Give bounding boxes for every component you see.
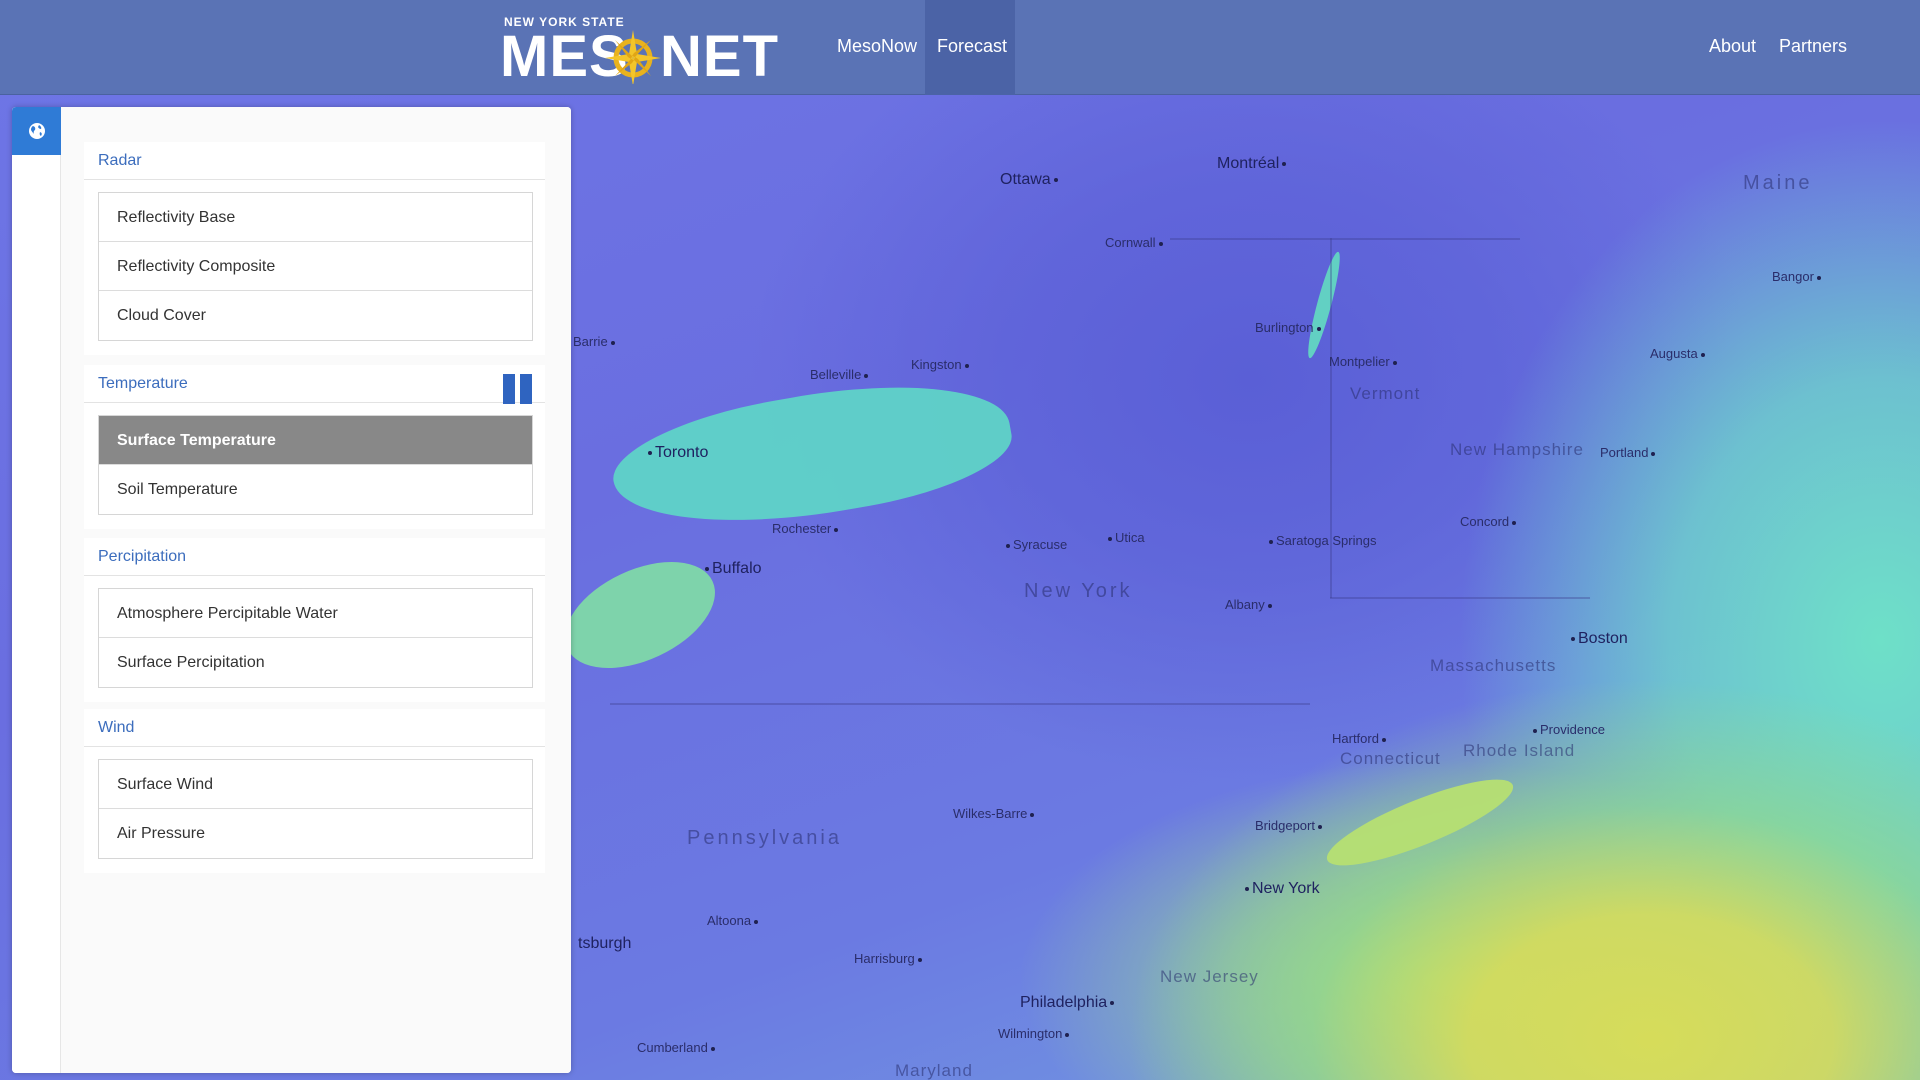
city-label: Barrie (573, 334, 618, 349)
state-label: Rhode Island (1463, 741, 1576, 760)
state-label: New Hampshire (1450, 440, 1584, 459)
state-label: Connecticut (1340, 749, 1441, 768)
layer-surface-temperature[interactable]: Surface Temperature (99, 416, 532, 465)
city-label: Cornwall (1105, 235, 1166, 250)
city-label: Augusta (1650, 346, 1708, 361)
state-label: Massachusetts (1430, 656, 1557, 675)
item-group: Reflectivity Base Reflectivity Composite… (98, 192, 533, 341)
city-label: Wilmington (998, 1026, 1072, 1041)
globe-tab[interactable] (12, 107, 61, 155)
layer-reflectivity-composite[interactable]: Reflectivity Composite (99, 242, 532, 291)
city-label: Harrisburg (854, 951, 925, 966)
city-label: Bangor (1772, 269, 1824, 284)
section-title: Wind (84, 709, 545, 747)
layer-atmosphere-percipitable-water[interactable]: Atmosphere Percipitable Water (99, 589, 532, 638)
sidebar-content: Radar Reflectivity Base Reflectivity Com… (61, 107, 571, 1073)
section-title: Radar (84, 142, 545, 180)
section-temperature: Temperature Surface Temperature Soil Tem… (84, 365, 545, 529)
city-label: Bridgeport (1255, 818, 1325, 833)
city-label: Albany (1225, 597, 1275, 612)
city-label: Syracuse (1003, 537, 1067, 552)
layer-cloud-cover[interactable]: Cloud Cover (99, 291, 532, 340)
city-label: Utica (1105, 530, 1145, 545)
layer-surface-wind[interactable]: Surface Wind (99, 760, 532, 809)
item-group: Atmosphere Percipitable Water Surface Pe… (98, 588, 533, 688)
compass-star-icon (605, 30, 661, 84)
layer-reflectivity-base[interactable]: Reflectivity Base (99, 193, 532, 242)
state-label: New Jersey (1160, 967, 1259, 986)
city-label: New York (1242, 880, 1320, 898)
section-radar: Radar Reflectivity Base Reflectivity Com… (84, 142, 545, 355)
city-label: Belleville (810, 367, 871, 382)
layer-sidebar: Radar Reflectivity Base Reflectivity Com… (12, 107, 571, 1073)
city-label: Concord (1460, 514, 1519, 529)
city-label: Wilkes-Barre (953, 806, 1037, 821)
state-border (610, 703, 1310, 705)
city-label: Philadelphia (1020, 994, 1117, 1012)
long-island-sound (1318, 764, 1522, 881)
top-navbar: NEW YORK STATE MES NET MesoNow Forecast … (0, 0, 1920, 95)
section-title: Percipitation (84, 538, 545, 576)
city-label: Montréal (1217, 155, 1289, 173)
nav-about[interactable]: About (1697, 0, 1768, 95)
nav-mesonow[interactable]: MesoNow (825, 0, 929, 95)
state-label: Vermont (1350, 384, 1421, 403)
city-label: tsburgh (578, 935, 632, 952)
state-label: Pennsylvania (687, 827, 842, 849)
city-label: Altoona (707, 913, 761, 928)
state-label: New York (1024, 580, 1133, 602)
section-title-text: Temperature (98, 375, 188, 392)
layer-soil-temperature[interactable]: Soil Temperature (99, 465, 532, 514)
globe-icon (28, 123, 45, 139)
item-group: Surface Wind Air Pressure (98, 759, 533, 859)
city-label: Rochester (772, 521, 841, 536)
city-label: Saratoga Springs (1266, 533, 1376, 548)
city-label: Cumberland (637, 1040, 718, 1055)
sidebar-tabbar (12, 107, 61, 1073)
city-label: Boston (1568, 630, 1628, 648)
lake-champlain (1303, 250, 1345, 360)
pause-icon[interactable] (503, 374, 533, 404)
state-label: Maine (1743, 172, 1813, 194)
city-label: Portland (1600, 445, 1658, 460)
state-border (1170, 238, 1520, 240)
city-label: Ottawa (1000, 171, 1061, 189)
city-label: Buffalo (702, 560, 762, 578)
section-percipitation: Percipitation Atmosphere Percipitable Wa… (84, 538, 545, 702)
layer-surface-percipitation[interactable]: Surface Percipitation (99, 638, 532, 687)
city-label: Kingston (911, 357, 972, 372)
section-wind: Wind Surface Wind Air Pressure (84, 709, 545, 873)
nav-forecast[interactable]: Forecast (925, 0, 1015, 95)
city-label: Providence (1530, 722, 1605, 737)
city-label: Hartford (1332, 731, 1389, 746)
city-label: Burlington (1255, 320, 1324, 335)
nav-partners[interactable]: Partners (1767, 0, 1859, 95)
layer-air-pressure[interactable]: Air Pressure (99, 809, 532, 858)
city-label: Montpelier (1329, 354, 1400, 369)
state-border (1330, 597, 1590, 599)
state-label: Maryland (895, 1061, 973, 1080)
section-title: Temperature (84, 365, 545, 404)
logo-text-right: NET (660, 24, 779, 89)
mesonet-logo[interactable]: NEW YORK STATE MES NET (500, 14, 778, 86)
city-label: Toronto (645, 444, 708, 462)
item-group: Surface Temperature Soil Temperature (98, 415, 533, 515)
